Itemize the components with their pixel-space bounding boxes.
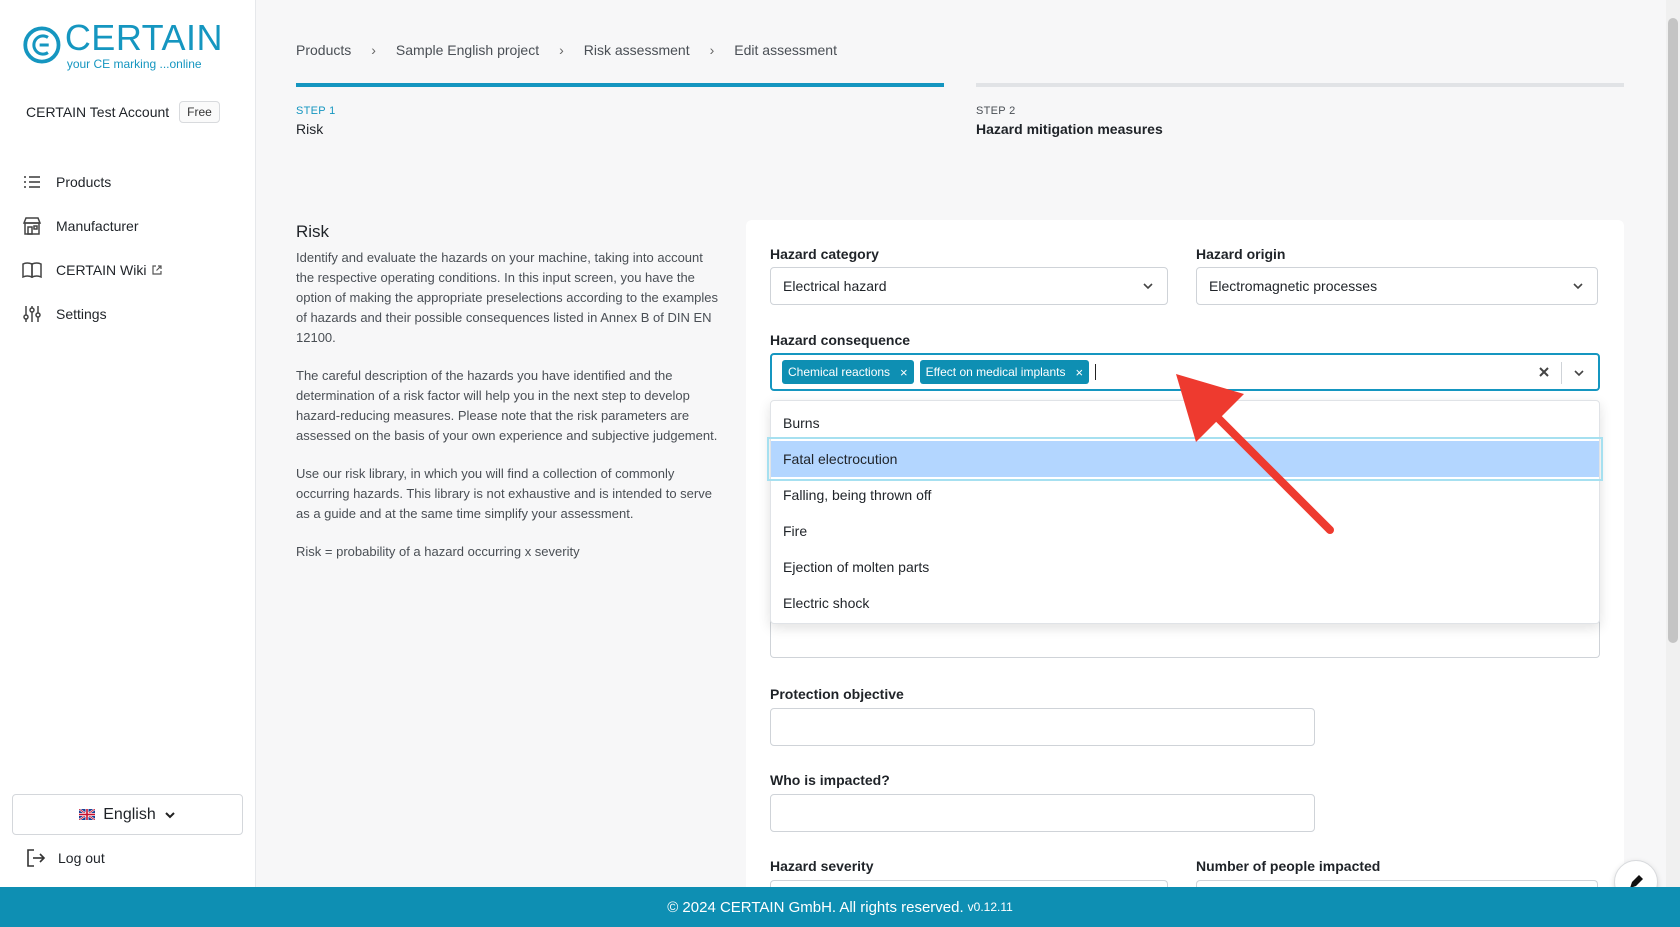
sidebar-item-certain-wiki[interactable]: CERTAIN Wiki (0, 248, 255, 292)
sidebar-nav: Products Manufacturer CERTAIN Wiki Setti… (0, 160, 255, 336)
hazard-consequence-dropdown: Burns Fatal electrocution Falling, being… (767, 400, 1603, 624)
account-info: CERTAIN Test Account Free (26, 101, 220, 123)
risk-intro: Risk Identify and evaluate the hazards o… (296, 222, 724, 580)
clear-icon[interactable] (1536, 364, 1552, 380)
hazard-origin-label: Hazard origin (1196, 246, 1286, 262)
sliders-icon (22, 304, 42, 324)
option-fatal-electrocution[interactable]: Fatal electrocution (767, 437, 1603, 481)
hazard-consequence-label: Hazard consequence (770, 332, 911, 348)
divider (1561, 362, 1562, 384)
intro-paragraph: Risk = probability of a hazard occurring… (296, 544, 580, 559)
hazard-severity-select[interactable] (770, 880, 1168, 887)
hazard-consequence-multiselect[interactable]: Chemical reactions × Effect on medical i… (770, 353, 1600, 391)
hazard-category-value: Electrical hazard (783, 278, 887, 294)
step-1[interactable]: STEP 1 Risk (296, 105, 336, 137)
option-burns[interactable]: Burns (771, 405, 1599, 441)
certain-logo[interactable]: CERTAIN your CE marking ...online (23, 18, 223, 72)
step-label: STEP 1 (296, 105, 336, 117)
intro-paragraph: Use our risk library, in which you will … (296, 466, 712, 521)
remove-chip-icon[interactable]: × (1076, 365, 1084, 380)
hazard-origin-value: Electromagnetic processes (1209, 278, 1378, 294)
logout-label: Log out (58, 850, 105, 866)
certain-logo-mark-icon (23, 26, 61, 64)
hazard-category-label: Hazard category (770, 246, 879, 262)
scrollbar-thumb[interactable] (1668, 18, 1678, 643)
breadcrumb-edit-assessment: Edit assessment (734, 42, 837, 58)
selected-chip: Effect on medical implants × (919, 360, 1090, 384)
list-icon (22, 172, 42, 192)
protection-objective-label: Protection objective (770, 686, 904, 702)
page-scrollbar[interactable] (1666, 0, 1680, 887)
sidebar: CERTAIN your CE marking ...online CERTAI… (0, 0, 256, 887)
option-falling[interactable]: Falling, being thrown off (771, 477, 1599, 513)
chevron-down-icon (165, 811, 175, 818)
step2-progress-bar (976, 83, 1624, 87)
breadcrumb-chevron-icon: › (559, 42, 564, 58)
logout-button[interactable]: Log out (26, 848, 105, 868)
who-impacted-label: Who is impacted? (770, 772, 890, 788)
language-label: English (103, 805, 156, 823)
language-selector[interactable]: English (12, 794, 243, 835)
external-link-icon (152, 265, 163, 275)
store-icon (22, 216, 42, 236)
chip-label: Chemical reactions (788, 365, 891, 379)
hazard-category-select[interactable]: Electrical hazard (770, 267, 1168, 305)
chevron-down-icon[interactable] (1572, 366, 1586, 380)
copyright: © 2024 CERTAIN GmbH. All rights reserved… (667, 898, 964, 916)
step-2[interactable]: STEP 2 Hazard mitigation measures (976, 105, 1163, 137)
sidebar-item-products[interactable]: Products (0, 160, 255, 204)
account-name: CERTAIN Test Account (26, 104, 170, 120)
people-impacted-select[interactable] (1196, 880, 1598, 887)
chevron-down-icon (1143, 283, 1153, 290)
sidebar-item-manufacturer[interactable]: Manufacturer (0, 204, 255, 248)
sidebar-item-label: Manufacturer (56, 218, 139, 234)
breadcrumb-chevron-icon: › (709, 42, 715, 58)
hazard-severity-label: Hazard severity (770, 858, 874, 874)
sidebar-item-label: Products (56, 174, 112, 190)
remove-chip-icon[interactable]: × (900, 365, 908, 380)
option-electric-shock[interactable]: Electric shock (771, 585, 1599, 621)
book-icon (22, 260, 42, 280)
option-fire[interactable]: Fire (771, 513, 1599, 549)
option-ejection-molten-parts[interactable]: Ejection of molten parts (771, 549, 1599, 585)
protection-objective-input[interactable] (770, 708, 1315, 746)
text-caret (1095, 364, 1097, 380)
step1-progress-bar (296, 83, 944, 87)
people-impacted-label: Number of people impacted (1196, 858, 1381, 874)
breadcrumb-project[interactable]: Sample English project (396, 42, 539, 58)
breadcrumb: Products › Sample English project › Risk… (296, 42, 837, 58)
sidebar-item-label: Settings (56, 306, 107, 322)
sidebar-item-settings[interactable]: Settings (0, 292, 255, 336)
chevron-down-icon (1573, 283, 1583, 290)
breadcrumb-risk-assessment[interactable]: Risk assessment (584, 42, 690, 58)
chip-label: Effect on medical implants (925, 365, 1066, 379)
brand-title: CERTAIN (64, 17, 223, 58)
plan-badge: Free (179, 101, 220, 123)
breadcrumb-products[interactable]: Products (296, 42, 351, 58)
sidebar-item-label: CERTAIN Wiki (56, 262, 147, 278)
hazard-origin-select[interactable]: Electromagnetic processes (1196, 267, 1598, 305)
footer: © 2024 CERTAIN GmbH. All rights reserved… (0, 887, 1680, 927)
intro-paragraph: The careful description of the hazards y… (296, 368, 718, 443)
brand-tagline: your CE marking ...online (66, 57, 202, 71)
version: v0.12.11 (967, 900, 1013, 914)
breadcrumb-chevron-icon: › (371, 42, 376, 58)
logout-icon (27, 849, 46, 867)
step-label: STEP 2 (976, 105, 1016, 117)
selected-chip: Chemical reactions × (782, 360, 914, 384)
uk-flag-icon (79, 809, 96, 820)
intro-paragraph: Identify and evaluate the hazards on you… (296, 250, 719, 345)
who-impacted-input[interactable] (770, 794, 1315, 832)
step-name: Hazard mitigation measures (976, 121, 1163, 137)
step-name: Risk (296, 121, 324, 137)
section-title: Risk (296, 222, 330, 241)
